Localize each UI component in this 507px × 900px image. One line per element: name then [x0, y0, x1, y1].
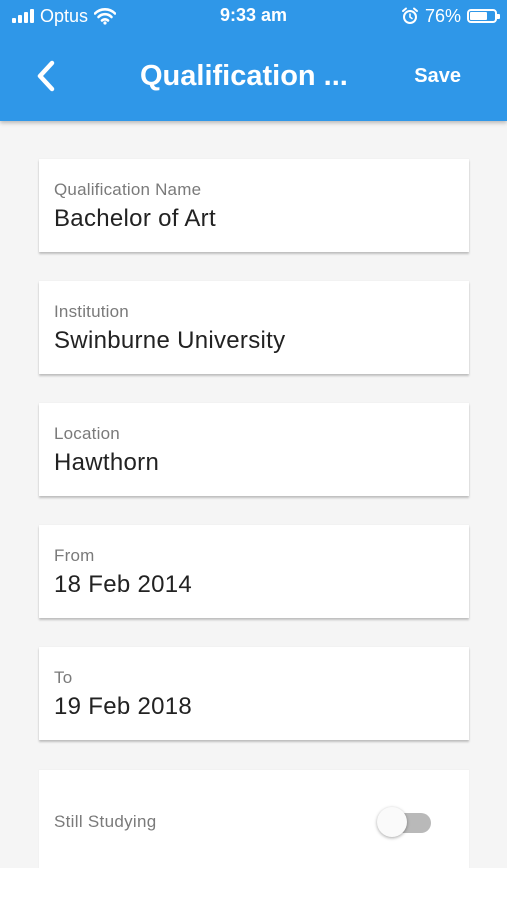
field-label: From [54, 546, 95, 565]
header: Optus 9:33 am 76% Qualification ... Save [0, 0, 507, 121]
still-studying-label: Still Studying [54, 812, 157, 831]
location-field[interactable]: Location Hawthorn [39, 403, 469, 496]
from-date-value[interactable]: 18 Feb 2014 [54, 571, 192, 599]
battery-fill [470, 12, 487, 20]
field-label: To [54, 668, 73, 687]
battery-tip [497, 14, 500, 19]
to-date-field[interactable]: To 19 Feb 2018 [39, 647, 469, 740]
field-label: Institution [54, 302, 129, 321]
save-button[interactable]: Save [414, 63, 461, 89]
qualification-edit-screen: Optus 9:33 am 76% Qualification ... Save… [0, 0, 507, 900]
toggle-thumb [377, 807, 407, 837]
back-button[interactable] [24, 54, 68, 98]
qualification-name-value[interactable]: Bachelor of Art [54, 205, 216, 233]
battery-percent: 76% [424, 5, 461, 26]
institution-field[interactable]: Institution Swinburne University [39, 281, 469, 374]
still-studying-row: Still Studying [39, 770, 469, 870]
location-value[interactable]: Hawthorn [54, 449, 159, 477]
app-bar: Qualification ... Save [0, 34, 507, 121]
battery-icon [467, 9, 500, 23]
qualification-name-field[interactable]: Qualification Name Bachelor of Art [39, 159, 469, 252]
page-title: Qualification ... [140, 60, 348, 92]
bottom-edge [0, 868, 507, 900]
field-label: Qualification Name [54, 180, 202, 199]
status-right: 76% [401, 5, 500, 27]
field-label: Location [54, 424, 120, 443]
to-date-value[interactable]: 19 Feb 2018 [54, 693, 192, 721]
institution-value[interactable]: Swinburne University [54, 327, 285, 355]
chevron-left-icon [35, 60, 57, 92]
alarm-icon [401, 7, 419, 25]
status-bar: Optus 9:33 am 76% [0, 0, 507, 34]
still-studying-toggle[interactable] [377, 807, 433, 837]
from-date-field[interactable]: From 18 Feb 2014 [39, 525, 469, 618]
